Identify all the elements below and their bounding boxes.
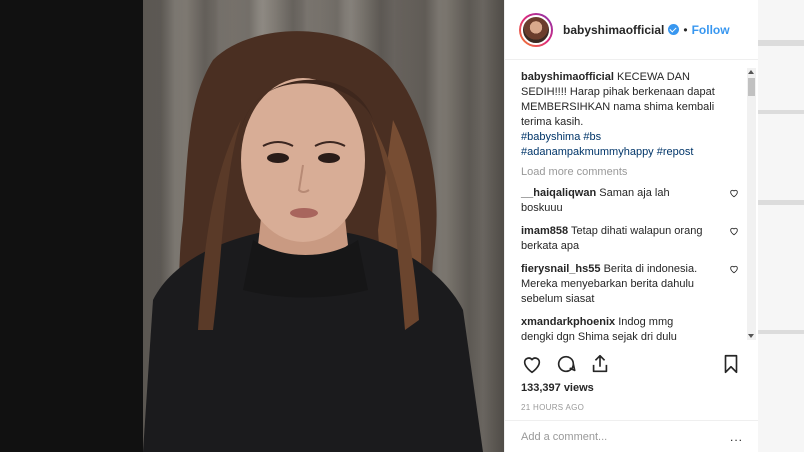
post-actions [521,352,742,376]
background-strip [758,200,804,205]
scroll-up-arrow-icon[interactable] [748,70,754,74]
post-side-panel: babyshimaofficial • Follow babyshimaoffi… [504,0,759,452]
caption-username[interactable]: babyshimaofficial [521,71,614,83]
post-header: babyshimaofficial • Follow [505,0,758,60]
scrollbar-thumb[interactable] [748,78,755,96]
like-comment-heart-icon[interactable] [729,264,739,274]
video-frame-person [143,31,483,452]
comment-username[interactable]: imam858 [521,225,568,237]
avatar[interactable] [519,12,553,47]
avatar-image [521,14,551,45]
add-comment-input[interactable]: Add a comment... [521,431,607,443]
like-heart-icon[interactable] [521,353,543,375]
like-comment-heart-icon[interactable] [729,226,739,236]
comment-username[interactable]: __haiqaliqwan [521,187,596,199]
load-more-comments-button[interactable]: Load more comments [521,166,729,178]
post-username[interactable]: babyshimaofficial [563,23,664,37]
post-timestamp: 21 HOURS AGO [521,403,585,412]
comment-bubble-icon[interactable] [555,353,577,375]
verified-badge-icon [668,24,680,35]
view-count: 133,397 views [521,382,594,394]
background-page-edge [758,0,804,452]
save-bookmark-icon[interactable] [720,353,742,375]
add-comment-bar: Add a comment... ... [505,420,759,452]
background-strip [758,110,804,114]
list-item: xmandarkphoenix Indog mmg dengki dgn Shi… [521,315,729,347]
post-caption: babyshimaofficial KECEWA DAN SEDIH!!!! H… [521,70,729,160]
background-strip [758,40,804,46]
scroll-down-arrow-icon[interactable] [748,334,754,338]
background-strip [758,330,804,334]
list-item: fierysnail_hs55 Berita di indonesia. Mer… [521,262,738,307]
comment-username[interactable]: xmandarkphoenix [521,316,615,328]
follow-button[interactable]: Follow [692,23,730,37]
list-item: imam858 Tetap dihati walapun orang berka… [521,224,738,254]
comment-username[interactable]: fierysnail_hs55 [521,263,601,275]
caption-hashtags-1[interactable]: #babyshima #bs [521,131,601,143]
caption-hashtags-2[interactable]: #adanampakmummyhappy #repost [521,146,693,158]
list-item: __haiqaliqwan Saman aja lah boskuuu [521,186,738,216]
comments-list[interactable]: babyshimaofficial KECEWA DAN SEDIH!!!! H… [505,60,759,347]
share-icon[interactable] [589,353,611,375]
more-options-icon[interactable]: ... [730,430,743,444]
comments-scrollbar[interactable] [747,68,756,340]
page-backdrop [0,0,143,452]
separator-dot: • [683,22,688,37]
like-comment-heart-icon[interactable] [729,188,739,198]
video-player[interactable] [143,0,504,452]
